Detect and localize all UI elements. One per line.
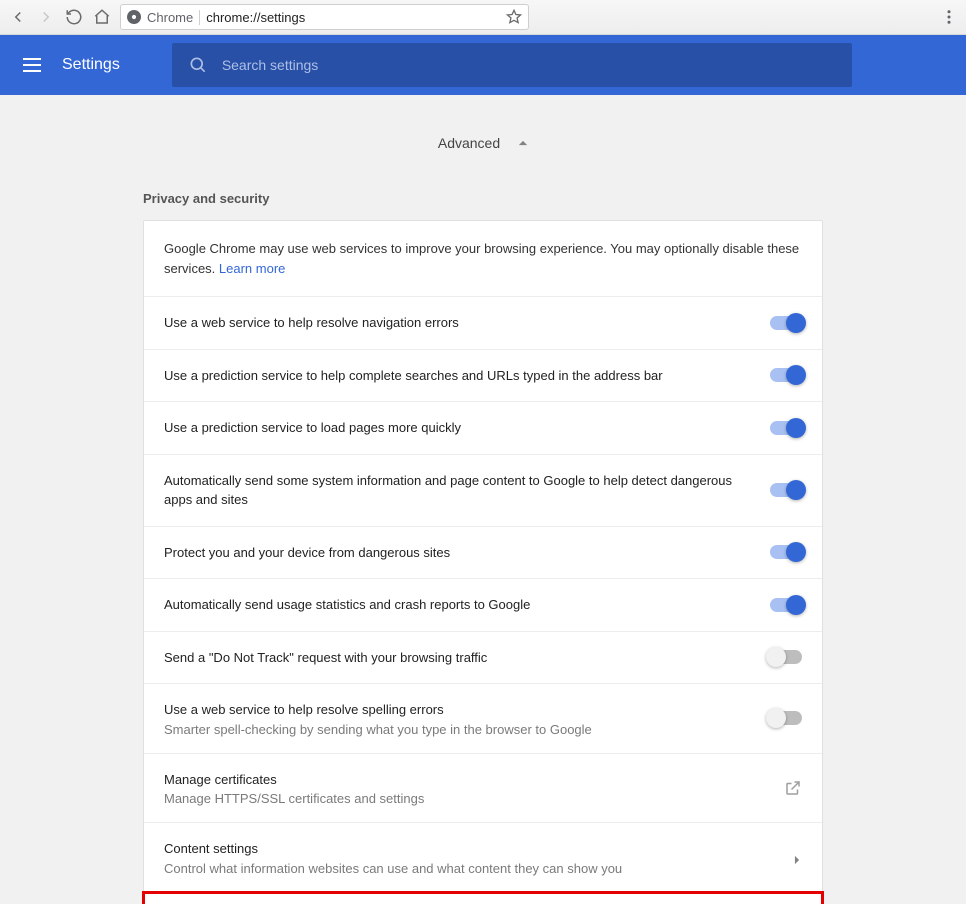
- site-chrome-icon: [127, 10, 141, 24]
- chevron-up-icon: [518, 138, 528, 148]
- browser-toolbar: Chrome chrome://settings: [0, 0, 966, 35]
- setting-text: Automatically send usage statistics and …: [164, 595, 750, 615]
- address-bar[interactable]: Chrome chrome://settings: [120, 4, 529, 30]
- toggle-knob: [786, 542, 806, 562]
- learn-more-link[interactable]: Learn more: [219, 261, 285, 276]
- home-button[interactable]: [92, 7, 112, 27]
- search-input[interactable]: [222, 57, 836, 73]
- setting-primary-label: Manage certificates: [164, 770, 764, 790]
- search-icon: [188, 55, 208, 75]
- content-scroll-area[interactable]: Advanced Privacy and security Google Chr…: [0, 95, 966, 904]
- setting-text: Use a prediction service to load pages m…: [164, 418, 750, 438]
- page-title: Settings: [62, 56, 120, 74]
- setting-primary-label: Send a "Do Not Track" request with your …: [164, 648, 750, 668]
- setting-text: Use a web service to help resolve naviga…: [164, 313, 750, 333]
- browser-menu-button[interactable]: [940, 8, 958, 26]
- intro-row: Google Chrome may use web services to im…: [144, 221, 822, 297]
- setting-primary-label: Use a web service to help resolve spelli…: [164, 700, 750, 720]
- url-prefix: chrome://: [206, 10, 260, 25]
- setting-primary-label: Automatically send some system informati…: [164, 471, 750, 510]
- bookmark-star-icon[interactable]: [506, 9, 522, 25]
- privacy-section: Privacy and security Google Chrome may u…: [143, 191, 823, 904]
- search-box[interactable]: [172, 43, 852, 87]
- setting-text: Content settings Control what information…: [164, 839, 772, 876]
- setting-primary-label: Use a prediction service to help complet…: [164, 366, 750, 386]
- url-text: chrome://settings: [206, 10, 305, 25]
- setting-text: Use a prediction service to help complet…: [164, 366, 750, 386]
- toggle-knob: [766, 647, 786, 667]
- toggle-knob: [786, 365, 806, 385]
- toggle-switch[interactable]: [770, 421, 802, 435]
- setting-row[interactable]: Clear browsing dataClear history, cookie…: [144, 893, 822, 904]
- toggle-knob: [786, 595, 806, 615]
- setting-text: Send a "Do Not Track" request with your …: [164, 648, 750, 668]
- setting-row[interactable]: Content settings Control what information…: [144, 823, 822, 893]
- toggle-switch[interactable]: [770, 483, 802, 497]
- setting-secondary-label: Smarter spell-checking by sending what y…: [164, 722, 750, 737]
- setting-primary-label: Use a web service to help resolve naviga…: [164, 313, 750, 333]
- setting-row: Automatically send some system informati…: [144, 455, 822, 527]
- open-external-icon: [784, 779, 802, 797]
- reload-button[interactable]: [64, 7, 84, 27]
- setting-text: Manage certificatesManage HTTPS/SSL cert…: [164, 770, 764, 807]
- setting-text: Protect you and your device from dangero…: [164, 543, 750, 563]
- setting-secondary-label: Control what information websites can us…: [164, 861, 772, 876]
- setting-primary-label: Automatically send usage statistics and …: [164, 595, 750, 615]
- section-title: Privacy and security: [143, 191, 823, 206]
- toggle-switch[interactable]: [770, 711, 802, 725]
- setting-row: Use a web service to help resolve spelli…: [144, 684, 822, 754]
- setting-row: Use a web service to help resolve naviga…: [144, 297, 822, 350]
- toggle-knob: [786, 313, 806, 333]
- setting-row: Protect you and your device from dangero…: [144, 527, 822, 580]
- setting-row: Automatically send usage statistics and …: [144, 579, 822, 632]
- forward-button[interactable]: [36, 7, 56, 27]
- setting-row[interactable]: Manage certificatesManage HTTPS/SSL cert…: [144, 754, 822, 824]
- setting-row: Use a prediction service to help complet…: [144, 350, 822, 403]
- url-page: settings: [260, 10, 305, 25]
- setting-primary-label: Use a prediction service to load pages m…: [164, 418, 750, 438]
- toggle-knob: [786, 418, 806, 438]
- chevron-right-icon: [792, 852, 802, 862]
- setting-primary-label: Content settings: [164, 839, 772, 859]
- advanced-toggle[interactable]: Advanced: [438, 135, 528, 151]
- toggle-switch[interactable]: [770, 598, 802, 612]
- toggle-switch[interactable]: [770, 368, 802, 382]
- toggle-knob: [766, 708, 786, 728]
- toggle-knob: [786, 480, 806, 500]
- toggle-switch[interactable]: [770, 650, 802, 664]
- setting-text: Automatically send some system informati…: [164, 471, 750, 510]
- setting-text: Use a web service to help resolve spelli…: [164, 700, 750, 737]
- back-button[interactable]: [8, 7, 28, 27]
- setting-row: Send a "Do Not Track" request with your …: [144, 632, 822, 685]
- advanced-label: Advanced: [438, 135, 500, 151]
- toggle-switch[interactable]: [770, 545, 802, 559]
- menu-icon[interactable]: [20, 53, 44, 77]
- setting-secondary-label: Manage HTTPS/SSL certificates and settin…: [164, 791, 764, 806]
- settings-header: Settings: [0, 35, 966, 95]
- setting-row: Use a prediction service to load pages m…: [144, 402, 822, 455]
- toggle-switch[interactable]: [770, 316, 802, 330]
- settings-card: Google Chrome may use web services to im…: [143, 220, 823, 904]
- origin-chip: Chrome: [147, 10, 200, 25]
- setting-primary-label: Protect you and your device from dangero…: [164, 543, 750, 563]
